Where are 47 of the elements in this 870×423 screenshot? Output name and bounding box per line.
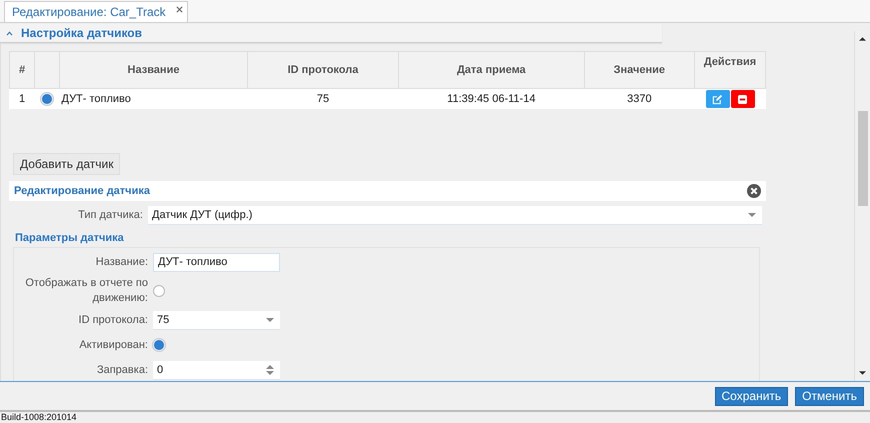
minus-icon [738,94,747,104]
table-cell: 11:39:45 06-11-14 [398,88,584,110]
table-cell: 3370 [584,88,694,110]
scroll-up-icon[interactable] [859,37,866,41]
scrollbar[interactable] [854,31,870,381]
number-field[interactable]: 0 [153,360,280,380]
scroll-down-icon[interactable] [859,371,866,375]
tab-title: Редактирование: Car_Track [12,4,166,21]
editor-tab[interactable]: Редактирование: Car_Track [4,1,188,22]
pencil-icon [712,94,723,104]
field-label: Заправка: [96,362,149,378]
footer-button[interactable]: Сохранить [714,386,788,406]
table-cell: ДУТ- топливо [60,88,248,110]
caret-icon[interactable] [6,30,13,36]
column-header: Дата приема [398,52,584,88]
protocol-dropdown[interactable]: 75 [153,310,280,330]
column-header: Значение [584,52,694,88]
field-label: ID протокола: [78,312,149,328]
field-label: Тип датчика: [77,208,144,222]
field-label: Активирован: [78,338,149,352]
name-field[interactable]: ДУТ- топливо [153,252,280,272]
radio-button[interactable] [153,285,165,297]
spinner-arrows-icon [266,364,274,374]
scroll-thumb[interactable] [858,111,868,206]
table-cell: 1 [10,88,34,110]
table-cell: 75 [248,88,398,110]
panel-title: Редактирование датчика [14,185,150,197]
close-icon[interactable] [176,6,183,13]
edit-button[interactable] [706,90,730,108]
sensor-type-dropdown[interactable]: Датчик ДУТ (цифр.) [148,206,762,224]
column-header: ID протокола [248,52,398,88]
column-header: # [10,52,34,88]
group-title: Параметры датчика [14,231,125,246]
field-label: Отображать в отчете по движению: [24,276,149,306]
dropdown-arrow-icon [266,318,274,322]
delete-button[interactable] [730,90,754,108]
dropdown-arrow-icon [748,212,756,216]
close-icon[interactable] [747,184,761,198]
section-header[interactable]: Настройка датчиков [0,24,662,43]
field-label: Название: [94,254,149,270]
section-title: Настройка датчиков [21,26,142,40]
column-header: Название [60,52,248,88]
column-header: Действия [694,52,766,88]
column-header [34,52,60,88]
footer-button[interactable]: Отменить [795,386,864,406]
add-sensor-button[interactable]: Добавить датчик [13,153,120,175]
build-label: Build-1008:201014 [0,412,78,423]
